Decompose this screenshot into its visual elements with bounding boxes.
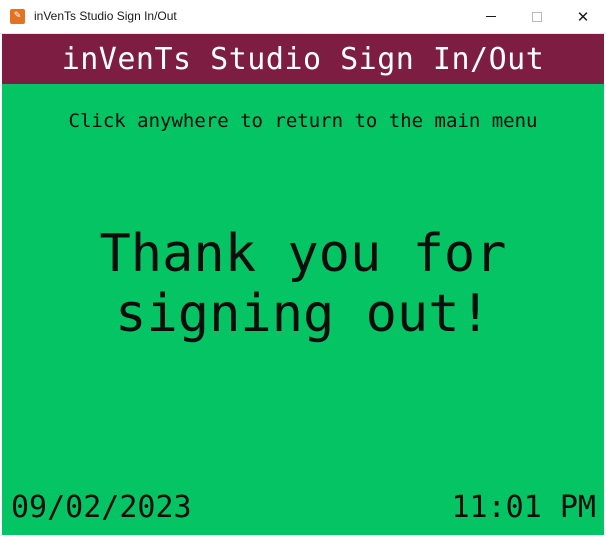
maximize-button[interactable] — [514, 0, 560, 33]
message-line-2: signing out! — [115, 284, 491, 344]
app-header: inVenTs Studio Sign In/Out — [2, 34, 604, 84]
time-display: 11:01 PM — [451, 490, 597, 525]
return-hint: Click anywhere to return to the main men… — [68, 110, 538, 132]
thank-you-message: Thank you for signing out! — [2, 224, 604, 344]
date-display: 09/02/2023 — [11, 490, 192, 525]
app-logo-icon: ✎ — [10, 9, 25, 24]
message-line-1: Thank you for — [99, 224, 507, 284]
sign-out-screen[interactable]: inVenTs Studio Sign In/Out Click anywher… — [2, 34, 604, 535]
app-window: ✎ inVenTs Studio Sign In/Out ✕ inVenTs S… — [0, 0, 606, 537]
title-bar[interactable]: ✎ inVenTs Studio Sign In/Out ✕ — [0, 0, 606, 34]
minimize-icon — [486, 16, 496, 17]
close-icon: ✕ — [576, 7, 590, 26]
minimize-button[interactable] — [468, 0, 514, 33]
window-title: inVenTs Studio Sign In/Out — [34, 9, 177, 23]
close-button[interactable]: ✕ — [560, 0, 606, 33]
maximize-icon — [532, 11, 542, 22]
app-title: inVenTs Studio Sign In/Out — [61, 41, 545, 77]
